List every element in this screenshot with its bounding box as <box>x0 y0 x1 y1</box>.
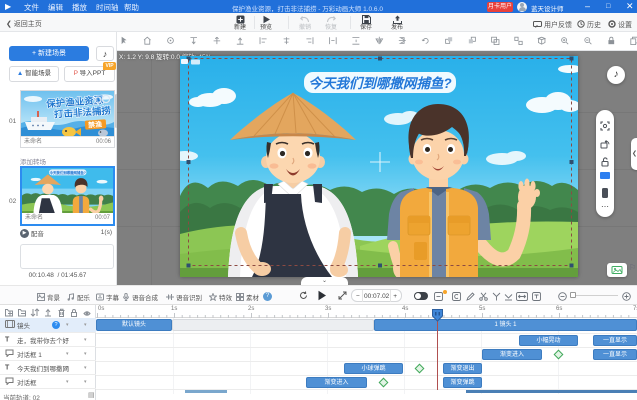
svg-text:今天我们到哪撒网捕鱼?: 今天我们到哪撒网捕鱼? <box>308 76 451 91</box>
